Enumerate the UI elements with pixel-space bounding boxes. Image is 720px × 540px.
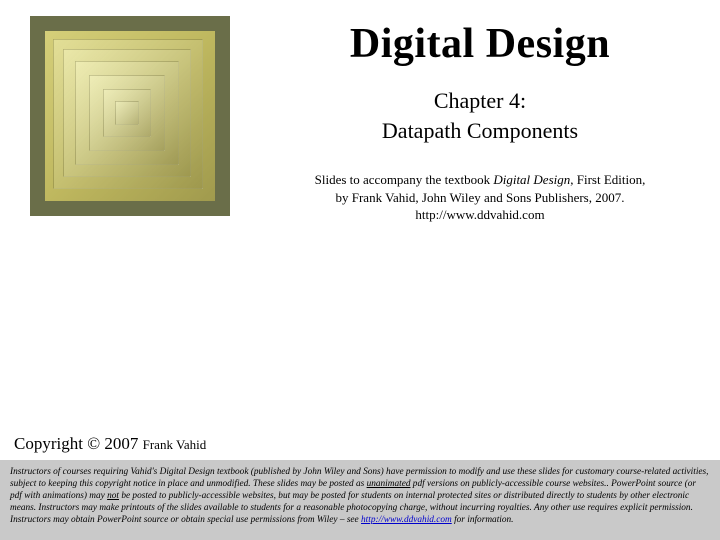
copyright-author: Frank Vahid	[143, 437, 207, 452]
copyright-line: Copyright © 2007 Frank Vahid	[0, 428, 720, 460]
text-column: Digital Design Chapter 4: Datapath Compo…	[230, 16, 700, 224]
credit-book-title: Digital Design	[493, 172, 570, 187]
cover-graphic	[45, 31, 215, 201]
book-cover-image	[30, 16, 230, 216]
chapter-heading: Chapter 4: Datapath Components	[260, 86, 700, 145]
chapter-name: Datapath Components	[382, 118, 578, 143]
legal-underline-1: unanimated	[367, 479, 411, 489]
legal-link[interactable]: http://www.ddvahid.com	[361, 515, 452, 525]
slide: Digital Design Chapter 4: Datapath Compo…	[0, 0, 720, 540]
chapter-number: Chapter 4:	[434, 88, 526, 113]
credit-suffix: , First Edition,	[570, 172, 645, 187]
footer: Copyright © 2007 Frank Vahid Instructors…	[0, 428, 720, 540]
legal-text-4: for information.	[452, 515, 514, 525]
copyright-text: Copyright © 2007	[14, 434, 143, 453]
slide-title: Digital Design	[260, 20, 700, 68]
credit-url: http://www.ddvahid.com	[415, 207, 544, 222]
content-row: Digital Design Chapter 4: Datapath Compo…	[0, 0, 720, 224]
legal-notice: Instructors of courses requiring Vahid's…	[0, 460, 720, 540]
credit-author-line: by Frank Vahid, John Wiley and Sons Publ…	[336, 190, 625, 205]
credit-prefix: Slides to accompany the textbook	[315, 172, 494, 187]
legal-underline-2: not	[107, 491, 119, 501]
credit-block: Slides to accompany the textbook Digital…	[260, 171, 700, 224]
